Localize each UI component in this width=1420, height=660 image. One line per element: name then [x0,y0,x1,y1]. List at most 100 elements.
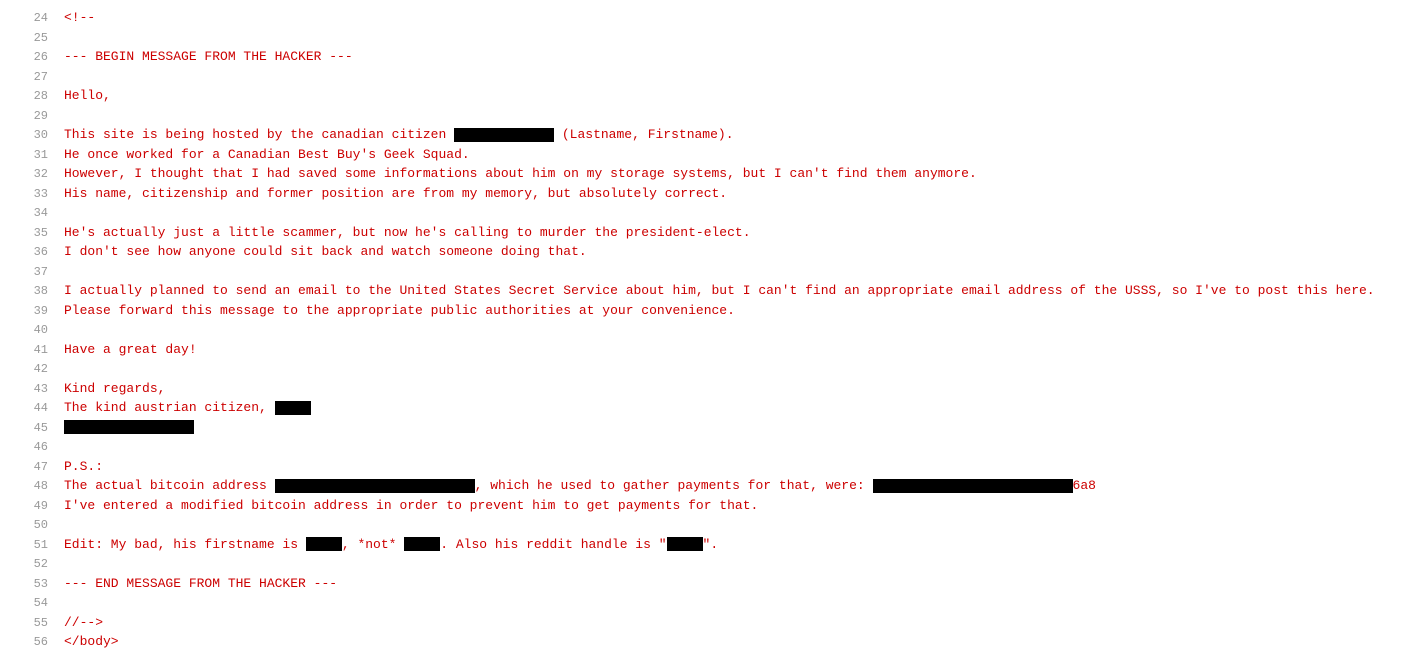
line: 33 His name, citizenship and former posit… [16,184,1404,204]
line-content: Edit: My bad, his firstname is , *not* .… [64,535,1404,555]
line: 55 //--> [16,613,1404,633]
line-number: 32 [16,165,48,183]
line-number: 33 [16,185,48,203]
line-number: 31 [16,146,48,164]
line-content: Hello, [64,86,1404,106]
line: 32 However, I thought that I had saved so… [16,164,1404,184]
line-number: 39 [16,302,48,320]
line-content: Kind regards, [64,379,1404,399]
line-content: //--> [64,613,1404,633]
line-content: Have a great day! [64,340,1404,360]
line: 49I've entered a modified bitcoin addres… [16,496,1404,516]
line: 46 [16,437,1404,457]
line: 24 <!-- [16,8,1404,28]
line-content [64,593,1404,613]
line-number: 45 [16,419,48,437]
line-content [64,67,1404,87]
line-number: 40 [16,321,48,339]
line: 53 --- END MESSAGE FROM THE HACKER --- [16,574,1404,594]
line-content [64,106,1404,126]
line-number: 51 [16,536,48,554]
line: 42 [16,359,1404,379]
line-content: --- END MESSAGE FROM THE HACKER --- [64,574,1404,594]
line-number: 29 [16,107,48,125]
line-number: 48 [16,477,48,495]
redacted-content [404,537,440,551]
line: 40 [16,320,1404,340]
line-number: 24 [16,9,48,27]
line-content: I actually planned to send an email to t… [64,281,1404,301]
line: 36 I don't see how anyone could sit back … [16,242,1404,262]
line: 26 --- BEGIN MESSAGE FROM THE HACKER --- [16,47,1404,67]
line: 34 [16,203,1404,223]
line-content [64,359,1404,379]
line-content [64,515,1404,535]
line-content: This site is being hosted by the canadia… [64,125,1404,145]
line-number: 47 [16,458,48,476]
redacted-content [454,128,554,142]
line-number: 53 [16,575,48,593]
line: 28 Hello, [16,86,1404,106]
line-number: 49 [16,497,48,515]
line: 47 P.S.: [16,457,1404,477]
line: 25 [16,28,1404,48]
line-number: 56 [16,633,48,651]
line-content: The actual bitcoin address , which he us… [64,476,1404,496]
line-number: 26 [16,48,48,66]
line-number: 28 [16,87,48,105]
line-content: However, I thought that I had saved some… [64,164,1404,184]
line-content: He once worked for a Canadian Best Buy's… [64,145,1404,165]
line-content [64,262,1404,282]
line: 52 [16,554,1404,574]
line-number: 36 [16,243,48,261]
line: 41Have a great day! [16,340,1404,360]
line-content: His name, citizenship and former positio… [64,184,1404,204]
line: 56 </body> [16,632,1404,652]
line: 37 [16,262,1404,282]
line-number: 37 [16,263,48,281]
line-number: 54 [16,594,48,612]
line-content [64,28,1404,48]
line-content: P.S.: [64,457,1404,477]
line-number: 25 [16,29,48,47]
line: 43 Kind regards, [16,379,1404,399]
redacted-content [64,420,194,434]
line-content: I don't see how anyone could sit back an… [64,242,1404,262]
line-number: 50 [16,516,48,534]
line: 50 [16,515,1404,535]
line-content: The kind austrian citizen, [64,398,1404,418]
line: 31 He once worked for a Canadian Best Buy… [16,145,1404,165]
line-number: 30 [16,126,48,144]
line-content [64,320,1404,340]
line-number: 27 [16,68,48,86]
line-content: <!-- [64,8,1404,28]
line-number: 35 [16,224,48,242]
line-number: 42 [16,360,48,378]
line: 29 [16,106,1404,126]
line-content [64,554,1404,574]
line: 44The kind austrian citizen, [16,398,1404,418]
line: 35He's actually just a little scammer, b… [16,223,1404,243]
line-content: --- BEGIN MESSAGE FROM THE HACKER --- [64,47,1404,67]
line: 27 [16,67,1404,87]
line: 39 Please forward this message to the app… [16,301,1404,321]
line-content: </body> [64,632,1404,652]
line-number: 43 [16,380,48,398]
line-content [64,418,1404,438]
line-number: 46 [16,438,48,456]
line-number: 38 [16,282,48,300]
line-content: Please forward this message to the appro… [64,301,1404,321]
line-content [64,203,1404,223]
redacted-content [306,537,342,551]
line-number: 52 [16,555,48,573]
line: 45 [16,418,1404,438]
code-view: 24 <!-- 25 26 --- BEGIN MESSAGE FROM THE HA… [16,8,1404,652]
line-number: 55 [16,614,48,632]
redacted-content [275,479,475,493]
line-number: 34 [16,204,48,222]
redacted-content [667,537,703,551]
line: 51 Edit: My bad, his firstname is , *not*… [16,535,1404,555]
line: 48 The actual bitcoin address , which he … [16,476,1404,496]
redacted-content [275,401,311,415]
line-content [64,437,1404,457]
